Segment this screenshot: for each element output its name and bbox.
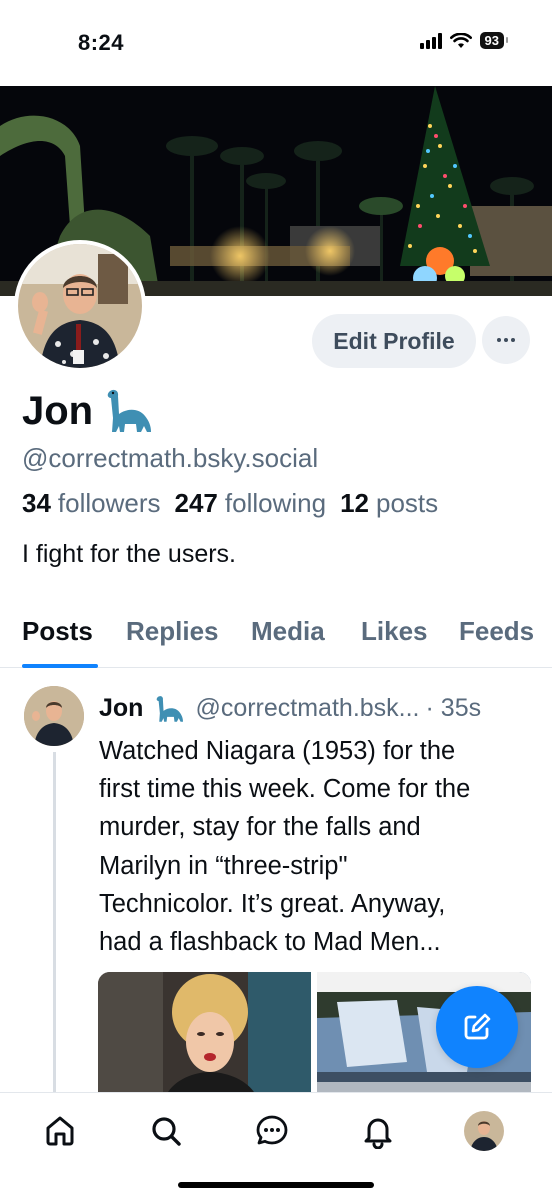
cellular-signal-icon [419, 32, 442, 49]
post-author-name[interactable]: Jon [99, 694, 143, 723]
post-image-1[interactable] [98, 972, 311, 1092]
status-icons: 93 [419, 32, 509, 49]
posts-count: 12 posts [340, 488, 439, 518]
followers-link[interactable]: 34 followers [22, 488, 161, 519]
compose-icon [464, 1013, 491, 1040]
nav-home[interactable] [40, 1111, 80, 1151]
tab-feeds[interactable]: Feeds [459, 616, 534, 647]
post-header: Jon @correctmath.bsk... · 35s [99, 694, 481, 723]
nav-search[interactable] [146, 1111, 186, 1151]
more-options-button[interactable] [482, 316, 530, 364]
post-author-handle[interactable]: @correctmath.bsk... [195, 694, 419, 723]
display-name-text: Jon [22, 388, 94, 433]
status-time: 8:24 [78, 30, 125, 55]
status-bar: 8:24 93 [0, 0, 552, 86]
profile-avatar-icon [464, 1111, 504, 1151]
nav-profile[interactable] [464, 1111, 504, 1151]
profile-stats: 34 followers 247 following 12 posts [22, 488, 438, 519]
thread-line [53, 752, 56, 1092]
edit-profile-button[interactable]: Edit Profile [312, 314, 476, 368]
nav-notifications[interactable] [358, 1111, 398, 1151]
display-name: Jon [22, 388, 153, 434]
compose-post-button[interactable] [436, 986, 518, 1068]
post-author-avatar[interactable] [24, 686, 84, 746]
profile-bio: I fight for the users. [22, 540, 236, 568]
tab-likes[interactable]: Likes [361, 616, 428, 647]
tab-posts[interactable]: Posts [22, 616, 93, 647]
profile-avatar[interactable] [14, 240, 146, 372]
dinosaur-emoji-icon [157, 695, 184, 722]
tab-replies[interactable]: Replies [126, 616, 219, 647]
tab-media[interactable]: Media [251, 616, 325, 647]
ellipsis-icon [497, 338, 501, 342]
chat-icon [256, 1115, 288, 1145]
post-timestamp[interactable]: · 35s [426, 694, 482, 723]
active-tab-indicator [22, 664, 98, 668]
following-link[interactable]: 247 following [175, 488, 327, 519]
post-avatar-photo [24, 686, 84, 746]
battery-indicator: 93 [479, 32, 509, 49]
nav-chat[interactable] [252, 1111, 292, 1151]
post-text[interactable]: Watched Niagara (1953) for the first tim… [99, 732, 539, 961]
bell-icon [364, 1118, 392, 1149]
dinosaur-emoji-icon [107, 389, 152, 432]
wifi-icon [449, 32, 472, 48]
search-icon [152, 1117, 181, 1146]
movie-still-image [98, 972, 311, 1092]
home-indicator [178, 1182, 374, 1188]
avatar-photo [18, 244, 142, 368]
profile-tabs: Posts Replies Media Likes Feeds [0, 600, 552, 668]
profile-handle: @correctmath.bsky.social [22, 443, 319, 473]
home-icon [46, 1116, 74, 1146]
